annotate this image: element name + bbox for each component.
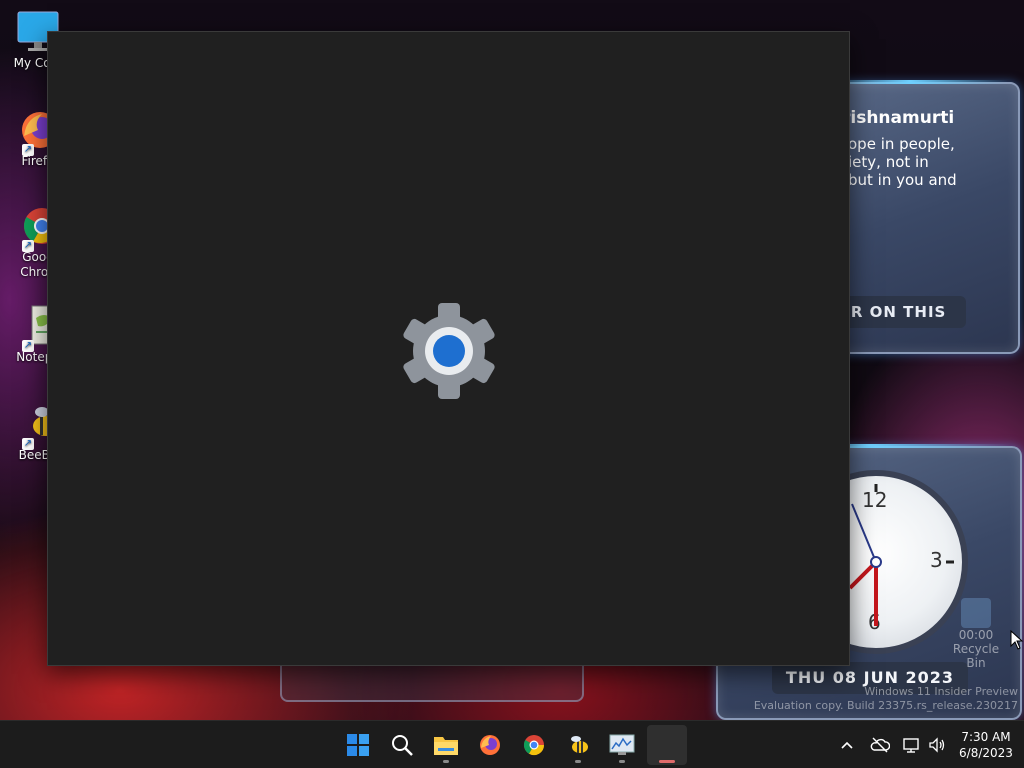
quote-line: but in you and [848,171,957,189]
settings-splash-window[interactable] [47,31,850,666]
running-indicator [619,760,625,763]
recycle-bin-icon [961,598,991,628]
active-indicator [659,760,675,763]
search-icon [392,735,413,756]
onedrive-offline-icon[interactable] [870,736,890,754]
shortcut-arrow-icon: ↗ [22,340,34,352]
folder-icon [434,737,458,755]
running-indicator [443,760,449,763]
taskbar-clock[interactable]: 7:30 AM 6/8/2023 [950,729,1022,761]
settings-gear-icon [403,303,495,399]
shortcut-arrow-icon: ↗ [22,438,34,450]
quote-author: rishnamurti [842,108,955,128]
chrome-icon [523,735,545,756]
performance-monitor-icon [609,734,635,755]
watermark-line: Evaluation copy. Build 23375.rs_release.… [753,699,1018,712]
quote-line: iety, not in [848,153,929,171]
taskbar-chrome[interactable] [514,725,554,765]
taskbar-date: 6/8/2023 [959,746,1013,760]
running-indicator [575,760,581,763]
recycle-bin-label: Recycle Bin [952,642,1000,670]
taskbar-monitor-app[interactable] [602,725,642,765]
shortcut-arrow-icon: ↗ [22,240,34,252]
desktop-icon-recycle-bin[interactable]: 00:00 Recycle Bin [944,598,1008,670]
taskbar-firefox[interactable] [470,725,510,765]
taskbar-settings[interactable] [647,725,687,765]
shortcut-arrow-icon: ↗ [22,144,34,156]
volume-icon[interactable] [928,736,948,754]
system-tray [838,721,948,768]
windows-logo-icon [347,734,369,756]
watermark-line: Windows 11 Insider Preview [864,685,1018,698]
quote-text: ope in people, iety, not in but in you a… [848,135,1008,189]
windows-watermark: Windows 11 Insider Preview Evaluation co… [718,685,1018,713]
network-icon[interactable] [902,736,922,754]
bee-icon [571,736,588,753]
search-button[interactable] [382,725,422,765]
taskbar: 7:30 AM 6/8/2023 [0,720,1024,768]
quote-line: ope in people, [848,135,955,153]
start-button[interactable] [338,725,378,765]
taskbar-time: 7:30 AM [961,730,1011,744]
recycle-bin-time: 00:00 [958,628,994,642]
mouse-cursor-icon [1010,630,1024,650]
taskbar-file-explorer[interactable] [426,725,466,765]
firefox-icon [480,735,500,755]
chevron-up-icon[interactable] [838,736,856,754]
taskbar-beebeep[interactable] [558,725,598,765]
